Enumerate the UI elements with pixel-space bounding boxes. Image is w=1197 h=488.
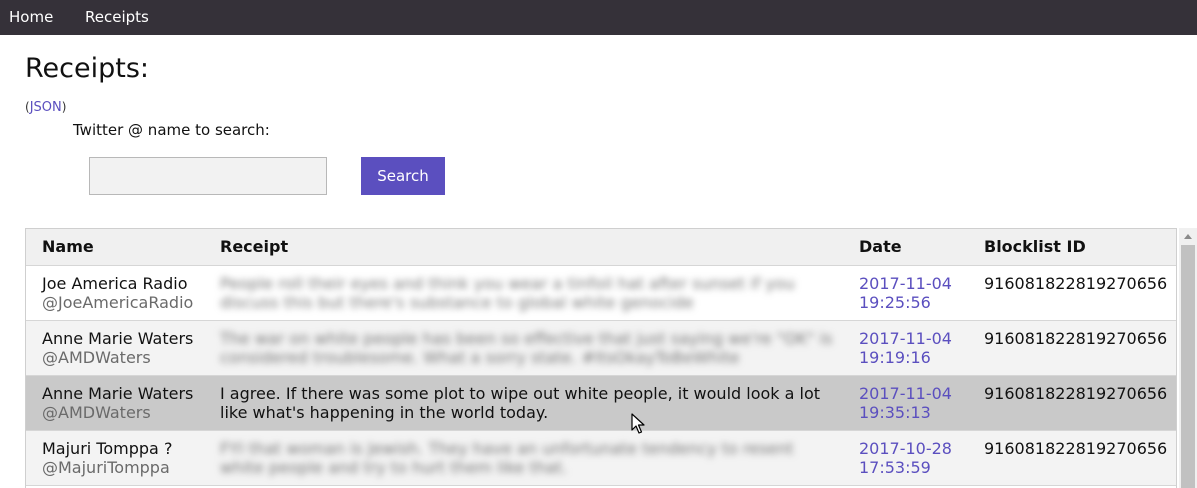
receipt-text: FYI that woman is Jewish. They have an u… [220,438,794,477]
search-input[interactable] [89,157,327,195]
time-value: 19:35:13 [859,402,931,422]
receipt-cell: The war on white people has been so effe… [204,320,843,376]
user-handle: @AMDWaters [42,347,151,367]
receipts-table-container: Name Receipt Date Blocklist ID Joe Ameri… [25,228,1177,488]
date-value: 2017-11-04 [859,273,952,293]
name-cell: Anne Marie Waters @AMDWaters [26,375,204,431]
header-blocklist-id[interactable]: Blocklist ID [968,229,1176,266]
date-cell: 2017-11-04 19:35:13 [843,375,968,431]
top-navbar: Home Receipts [0,0,1197,35]
date-cell: 2017-10-28 17:53:59 [843,430,968,486]
table-header-row: Name Receipt Date Blocklist ID [26,229,1176,266]
scroll-thumb[interactable] [1181,245,1195,488]
user-handle: @JoeAmericaRadio [42,292,194,312]
user-handle: @MajuriTomppa [42,457,170,477]
user-name: Majuri Tomppa ? [42,438,173,458]
time-value: 17:53:59 [859,457,931,477]
scroll-up-icon[interactable] [1184,234,1192,239]
date-value: 2017-10-28 [859,438,952,458]
page-title: Receipts: [25,53,150,84]
time-value: 19:19:16 [859,347,931,367]
blocklist-id-cell: 916081822819270656 [968,430,1176,486]
table-row[interactable]: Anne Marie Waters @AMDWaters I agree. If… [26,375,1176,431]
date-link[interactable]: 2017-10-28 17:53:59 [859,439,968,477]
receipt-cell: FYI that woman is Jewish. They have an u… [204,430,843,486]
json-link-wrapper: (JSON) [25,100,67,115]
vertical-scrollbar[interactable] [1179,228,1197,488]
blocklist-id-cell: 916081822819270656 [968,320,1176,376]
header-receipt[interactable]: Receipt [204,229,843,266]
date-link[interactable]: 2017-11-04 19:25:56 [859,274,968,312]
receipts-table: Name Receipt Date Blocklist ID Joe Ameri… [26,229,1176,486]
mouse-cursor-icon [631,413,645,434]
receipt-cell: I agree. If there was some plot to wipe … [204,375,843,431]
date-cell: 2017-11-04 19:19:16 [843,320,968,376]
name-cell: Majuri Tomppa ? @MajuriTomppa [26,430,204,486]
table-row[interactable]: Anne Marie Waters @AMDWaters The war on … [26,320,1176,376]
receipt-cell: People roll their eyes and think you wea… [204,265,843,321]
table-row[interactable]: Joe America Radio @JoeAmericaRadio Peopl… [26,265,1176,321]
time-value: 19:25:56 [859,292,931,312]
json-link[interactable]: JSON [30,100,62,115]
nav-receipts-link[interactable]: Receipts [85,0,149,35]
user-name: Anne Marie Waters [42,383,194,403]
search-button[interactable]: Search [361,157,445,195]
header-date[interactable]: Date [843,229,968,266]
receipt-text: The war on white people has been so effe… [220,328,833,367]
receipt-text: I agree. If there was some plot to wipe … [220,383,821,422]
blocklist-id-cell: 916081822819270656 [968,265,1176,321]
user-handle: @AMDWaters [42,402,151,422]
blocklist-id-cell: 916081822819270656 [968,375,1176,431]
date-link[interactable]: 2017-11-04 19:35:13 [859,384,968,422]
table-row[interactable]: Majuri Tomppa ? @MajuriTomppa FYI that w… [26,430,1176,486]
date-value: 2017-11-04 [859,328,952,348]
header-name[interactable]: Name [26,229,204,266]
date-value: 2017-11-04 [859,383,952,403]
search-label: Twitter @ name to search: [73,121,270,139]
nav-home-link[interactable]: Home [9,0,53,35]
user-name: Anne Marie Waters [42,328,194,348]
name-cell: Anne Marie Waters @AMDWaters [26,320,204,376]
name-cell: Joe America Radio @JoeAmericaRadio [26,265,204,321]
date-cell: 2017-11-04 19:25:56 [843,265,968,321]
date-link[interactable]: 2017-11-04 19:19:16 [859,329,968,367]
user-name: Joe America Radio [42,273,188,293]
receipt-text: People roll their eyes and think you wea… [220,273,795,312]
